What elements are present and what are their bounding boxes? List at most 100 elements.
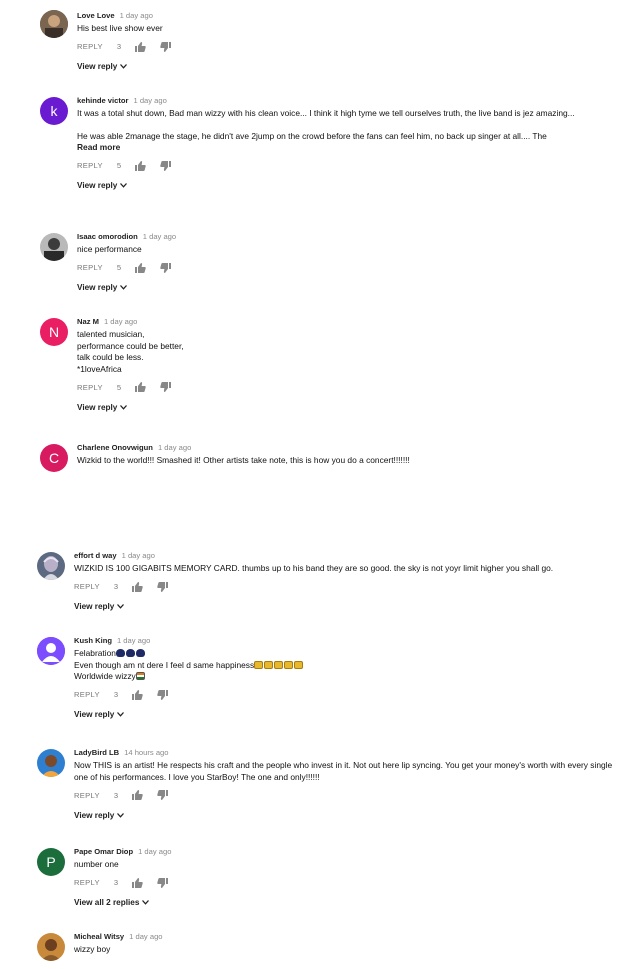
timestamp[interactable]: 1 day ago xyxy=(117,636,150,645)
thumbs-up-icon[interactable] xyxy=(135,382,146,393)
view-replies-button[interactable]: View reply xyxy=(74,809,615,821)
timestamp[interactable]: 1 day ago xyxy=(138,847,171,856)
comment-text: WIZKID IS 100 GIGABITS MEMORY CARD. thum… xyxy=(74,563,615,575)
comment-header: Love Love 1 day ago xyxy=(77,10,615,21)
thumbs-down-icon[interactable] xyxy=(160,160,172,171)
comment-body: Isaac omorodion 1 day ago nice performanc… xyxy=(77,231,615,294)
timestamp[interactable]: 1 day ago xyxy=(122,551,155,560)
comment-actions: REPLY 5 xyxy=(77,159,615,173)
view-replies-button[interactable]: View reply xyxy=(77,401,615,413)
reply-button[interactable]: REPLY xyxy=(77,161,103,170)
view-replies-button[interactable]: View reply xyxy=(74,601,615,613)
emoji-icon xyxy=(115,649,125,657)
thumbs-up-icon[interactable] xyxy=(132,790,143,801)
reply-button[interactable]: REPLY xyxy=(77,42,103,51)
emoji-icon xyxy=(135,672,145,681)
thumbs-down-icon[interactable] xyxy=(160,41,172,52)
thumbs-up-icon[interactable] xyxy=(132,689,143,700)
avatar[interactable] xyxy=(37,933,65,961)
author-name[interactable]: Love Love xyxy=(77,11,115,20)
like-count: 5 xyxy=(116,161,122,171)
comment-header: effort d way 1 day ago xyxy=(74,550,615,561)
comment-header: Naz M 1 day ago xyxy=(77,316,615,327)
thumbs-down-icon[interactable] xyxy=(160,382,172,393)
comment-line-text: Worldwide wizzy xyxy=(74,671,136,682)
reply-button[interactable]: REPLY xyxy=(74,878,100,887)
comment-body: LadyBird LB 14 hours ago Now THIS is an a… xyxy=(74,747,615,821)
comment-body: Love Love 1 day ago His best live show ev… xyxy=(77,10,615,73)
author-name[interactable]: Micheal Witsy xyxy=(74,932,124,941)
comment-actions: REPLY 3 xyxy=(74,580,615,594)
thumbs-up-icon[interactable] xyxy=(135,160,146,171)
avatar[interactable]: k xyxy=(40,97,68,125)
author-name[interactable]: Charlene Onovwigun xyxy=(77,443,153,452)
chevron-down-icon xyxy=(117,812,125,818)
timestamp[interactable]: 14 hours ago xyxy=(124,748,168,757)
thumbs-down-icon[interactable] xyxy=(157,689,169,700)
comment-text: Wizkid to the world!!! Smashed it! Other… xyxy=(77,455,615,467)
avatar[interactable] xyxy=(37,552,65,580)
thumbs-up-icon[interactable] xyxy=(132,877,143,888)
thumbs-down-icon[interactable] xyxy=(160,262,172,273)
author-name[interactable]: kehinde victor xyxy=(77,96,128,105)
like-count: 3 xyxy=(113,878,119,888)
view-replies-button[interactable]: View all 2 replies xyxy=(74,897,615,909)
timestamp[interactable]: 1 day ago xyxy=(120,11,153,20)
reply-button[interactable]: REPLY xyxy=(74,690,100,699)
comment-line: talented musician, xyxy=(77,329,145,339)
author-name[interactable]: Pape Omar Diop xyxy=(74,847,133,856)
emoji-icon xyxy=(254,660,264,669)
comment-line-text: Felabration xyxy=(74,648,116,658)
emoji-icon xyxy=(294,660,304,669)
author-name[interactable]: effort d way xyxy=(74,551,117,560)
comment-line: He was able 2manage the stage, he didn't… xyxy=(77,130,547,141)
thumbs-down-icon[interactable] xyxy=(157,581,169,592)
author-name[interactable]: Kush King xyxy=(74,636,112,645)
comment-text: number one xyxy=(74,859,615,871)
avatar[interactable]: P xyxy=(37,848,65,876)
timestamp[interactable]: 1 day ago xyxy=(158,443,191,452)
comment-line-text: Even though am nt dere I feel d same hap… xyxy=(74,659,255,670)
thumbs-down-icon[interactable] xyxy=(157,790,169,801)
thumbs-up-icon[interactable] xyxy=(132,581,143,592)
reply-button[interactable]: REPLY xyxy=(74,791,100,800)
author-name[interactable]: Isaac omorodion xyxy=(77,232,138,241)
comment-header: kehinde victor 1 day ago xyxy=(77,95,615,106)
thumbs-down-icon[interactable] xyxy=(157,877,169,888)
comment-line: Now THIS is an artist! He respects his c… xyxy=(74,760,613,782)
comment-header: Micheal Witsy 1 day ago xyxy=(74,931,615,942)
like-count: 3 xyxy=(113,690,119,700)
avatar[interactable]: C xyxy=(40,444,68,472)
read-more-link[interactable]: Read more xyxy=(77,142,615,154)
timestamp[interactable]: 1 day ago xyxy=(143,232,176,241)
timestamp[interactable]: 1 day ago xyxy=(129,932,162,941)
reply-button[interactable]: REPLY xyxy=(77,383,103,392)
comment-line: Worldwide wizzy xyxy=(74,671,615,683)
view-replies-button[interactable]: View reply xyxy=(77,282,615,294)
view-replies-button[interactable]: View reply xyxy=(77,61,615,73)
author-name[interactable]: LadyBird LB xyxy=(74,748,119,757)
timestamp[interactable]: 1 day ago xyxy=(133,96,166,105)
thumbs-up-icon[interactable] xyxy=(135,41,146,52)
avatar[interactable] xyxy=(40,10,68,38)
avatar[interactable]: N xyxy=(40,318,68,346)
avatar[interactable] xyxy=(37,749,65,777)
thumbs-up-icon[interactable] xyxy=(135,262,146,273)
emoji-icon xyxy=(264,660,274,669)
comment-actions: REPLY 3 xyxy=(74,688,615,702)
comment-body: Kush King 1 day ago Felabration Even thou… xyxy=(74,635,615,721)
comment-body: Pape Omar Diop 1 day ago number one REPLY… xyxy=(74,846,615,909)
view-replies-button[interactable]: View reply xyxy=(77,180,615,192)
avatar[interactable] xyxy=(40,233,68,261)
reply-button[interactable]: REPLY xyxy=(74,582,100,591)
comment-text: It was a total shut down, Bad man wizzy … xyxy=(77,108,615,154)
avatar[interactable] xyxy=(37,637,65,665)
author-name[interactable]: Naz M xyxy=(77,317,99,326)
reply-button[interactable]: REPLY xyxy=(77,263,103,272)
view-replies-button[interactable]: View reply xyxy=(74,709,615,721)
comment-header: Charlene Onovwigun 1 day ago xyxy=(77,442,615,453)
like-count: 3 xyxy=(113,790,119,800)
comment-line: nice performance xyxy=(77,244,142,254)
timestamp[interactable]: 1 day ago xyxy=(104,317,137,326)
comment-actions: REPLY 3 xyxy=(74,788,615,802)
